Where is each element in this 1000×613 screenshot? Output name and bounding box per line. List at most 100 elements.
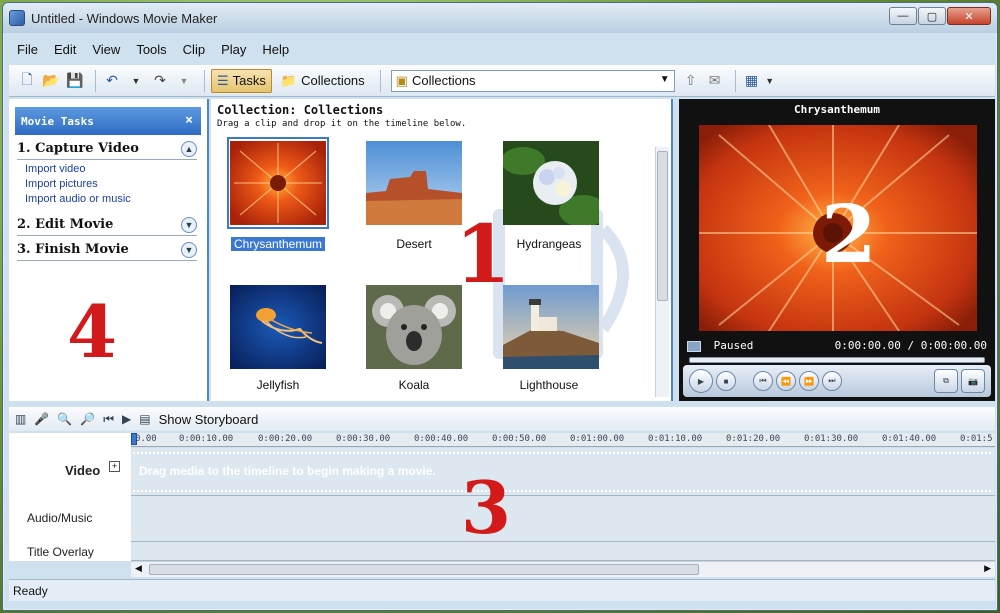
- menu-bar: File Edit View Tools Clip Play Help: [9, 37, 297, 61]
- task-section-title[interactable]: 2. Edit Movie: [17, 217, 197, 232]
- timeline-horizontal-scrollbar[interactable]: ◀ ▶: [131, 561, 995, 577]
- timeline-ruler[interactable]: 0.00 0:00:10.00 0:00:20.00 0:00:30.00 0:…: [131, 433, 995, 447]
- audio-music-track-label: Audio/Music: [27, 511, 93, 525]
- split-clip-icon[interactable]: ⧉: [934, 369, 958, 393]
- open-project-icon[interactable]: 📂: [41, 71, 61, 91]
- hydrangeas-thumbnail[interactable]: [503, 141, 599, 225]
- ruler-tick: 0:00:20.00: [258, 434, 313, 444]
- new-project-icon[interactable]: 🗋: [17, 71, 37, 91]
- audio-music-track[interactable]: [131, 496, 995, 542]
- clip-name[interactable]: Chrysanthemum: [231, 237, 325, 251]
- clip-name[interactable]: Jellyfish: [218, 378, 338, 392]
- clip-name[interactable]: Koala: [354, 378, 474, 392]
- menu-view[interactable]: View: [84, 42, 128, 57]
- views-dropdown-icon[interactable]: ▼: [760, 71, 780, 91]
- undo-dropdown-icon[interactable]: ▼: [126, 71, 146, 91]
- video-track-label: Video: [65, 463, 101, 478]
- task-section-finish-movie[interactable]: 3. Finish Movie ▼: [17, 242, 197, 261]
- narrate-timeline-icon[interactable]: 🎤: [34, 412, 49, 426]
- ruler-tick: 0:01:5: [960, 434, 993, 444]
- undo-icon[interactable]: ↶: [102, 71, 122, 91]
- scrollbar-thumb[interactable]: [657, 151, 668, 301]
- maximize-button[interactable]: ▢: [918, 7, 946, 25]
- collection-select[interactable]: ▣ Collections ▼: [390, 69, 675, 92]
- menu-play[interactable]: Play: [213, 42, 254, 57]
- menu-clip[interactable]: Clip: [175, 42, 213, 57]
- play-icon[interactable]: ▶: [689, 369, 713, 393]
- views-icon[interactable]: ▦: [742, 71, 762, 91]
- playback-status: Paused: [687, 339, 753, 352]
- fast-forward-icon[interactable]: ⏩: [799, 371, 819, 391]
- playback-time: 0:00:00.00 / 0:00:00.00: [834, 339, 987, 352]
- scroll-left-icon[interactable]: ◀: [135, 563, 142, 574]
- expand-chevron-icon[interactable]: ▼: [181, 242, 197, 258]
- timeline-track-labels: Video + Audio/Music Title Overlay: [9, 433, 131, 561]
- koala-thumbnail[interactable]: [366, 285, 462, 369]
- main-toolbar: 🗋 📂 💾 ↶ ▼ ↷ ▼ ☰ Tasks 📁 Collections ▣ Co…: [9, 65, 995, 97]
- movie-tasks-title: Movie Tasks: [21, 114, 94, 128]
- redo-icon[interactable]: ↷: [150, 71, 170, 91]
- import-audio-link[interactable]: Import audio or music: [25, 192, 207, 207]
- scroll-right-icon[interactable]: ▶: [984, 563, 991, 574]
- clip-name[interactable]: Lighthouse: [489, 378, 609, 392]
- task-section-title[interactable]: 3. Finish Movie: [17, 242, 197, 257]
- play-timeline-icon[interactable]: ▶: [122, 412, 131, 426]
- close-tasks-icon[interactable]: ×: [185, 113, 193, 128]
- zoom-out-icon[interactable]: 🔎: [80, 412, 95, 426]
- show-storyboard-button[interactable]: Show Storyboard: [159, 412, 259, 427]
- title-overlay-track-label: Title Overlay: [27, 545, 94, 559]
- jellyfish-thumbnail[interactable]: [230, 285, 326, 369]
- next-frame-icon[interactable]: ⏭: [822, 371, 842, 391]
- scrollbar-thumb[interactable]: [149, 564, 699, 575]
- lighthouse-thumbnail[interactable]: [503, 285, 599, 369]
- collections-button[interactable]: 📁 Collections: [276, 69, 370, 93]
- task-section-title[interactable]: 1. Capture Video: [17, 141, 197, 156]
- toolbar-divider: [204, 69, 205, 92]
- annotation-number-4: 4: [67, 289, 118, 374]
- menu-help[interactable]: Help: [254, 42, 297, 57]
- seek-bar[interactable]: [689, 357, 985, 363]
- toolbar-divider: [734, 69, 736, 92]
- chevron-down-icon: ▼: [659, 73, 670, 85]
- set-audio-levels-icon[interactable]: ▥: [15, 412, 26, 426]
- task-section-capture-video[interactable]: 1. Capture Video ▲: [17, 141, 197, 160]
- minimize-button[interactable]: —: [889, 7, 917, 25]
- up-one-level-icon[interactable]: ⇧: [681, 71, 701, 91]
- expand-chevron-icon[interactable]: ▼: [181, 217, 197, 233]
- movie-tasks-header: Movie Tasks ×: [15, 107, 201, 135]
- save-project-icon[interactable]: 💾: [65, 71, 85, 91]
- previous-frame-icon[interactable]: ⏮: [753, 371, 773, 391]
- ruler-tick: 0:00:10.00: [179, 434, 234, 444]
- zoom-in-icon[interactable]: 🔍: [57, 412, 72, 426]
- collection-vertical-scrollbar[interactable]: [655, 147, 669, 397]
- task-section-edit-movie[interactable]: 2. Edit Movie ▼: [17, 217, 197, 236]
- redo-dropdown-icon[interactable]: ▼: [174, 71, 194, 91]
- desert-thumbnail[interactable]: [366, 141, 462, 225]
- menu-tools[interactable]: Tools: [128, 42, 174, 57]
- playhead[interactable]: [131, 433, 137, 445]
- rewind-timeline-icon[interactable]: ⏮: [103, 412, 114, 427]
- tasks-icon: ☰: [217, 72, 229, 88]
- chrysanthemum-thumbnail[interactable]: [230, 141, 326, 225]
- video-track[interactable]: Drag media to the timeline to begin maki…: [131, 448, 995, 496]
- ruler-tick: 0:00:40.00: [414, 434, 469, 444]
- new-collection-folder-icon[interactable]: ✉: [705, 71, 725, 91]
- title-bar: Untitled - Windows Movie Maker — ▢ ✕: [3, 3, 997, 33]
- take-picture-icon[interactable]: 📷: [961, 369, 985, 393]
- close-button[interactable]: ✕: [947, 7, 991, 25]
- title-overlay-track[interactable]: [131, 542, 995, 561]
- timeline-drag-message: Drag media to the timeline to begin maki…: [139, 464, 436, 478]
- collapse-chevron-icon[interactable]: ▲: [181, 141, 197, 157]
- storyboard-icon[interactable]: ▤: [139, 412, 150, 426]
- rewind-icon[interactable]: ⏪: [776, 371, 796, 391]
- menu-file[interactable]: File: [9, 42, 46, 57]
- preview-monitor: Chrysanthemum 2 Paused 0:00:00.00 / 0:00…: [679, 99, 995, 401]
- import-pictures-link[interactable]: Import pictures: [25, 177, 207, 192]
- tasks-button[interactable]: ☰ Tasks: [211, 68, 272, 93]
- movie-maker-app-icon[interactable]: [9, 10, 25, 26]
- expand-video-track-icon[interactable]: +: [109, 461, 120, 472]
- stop-icon[interactable]: ■: [716, 371, 736, 391]
- collections-folder-icon: ▣: [395, 72, 408, 88]
- menu-edit[interactable]: Edit: [46, 42, 84, 57]
- import-video-link[interactable]: Import video: [25, 162, 207, 177]
